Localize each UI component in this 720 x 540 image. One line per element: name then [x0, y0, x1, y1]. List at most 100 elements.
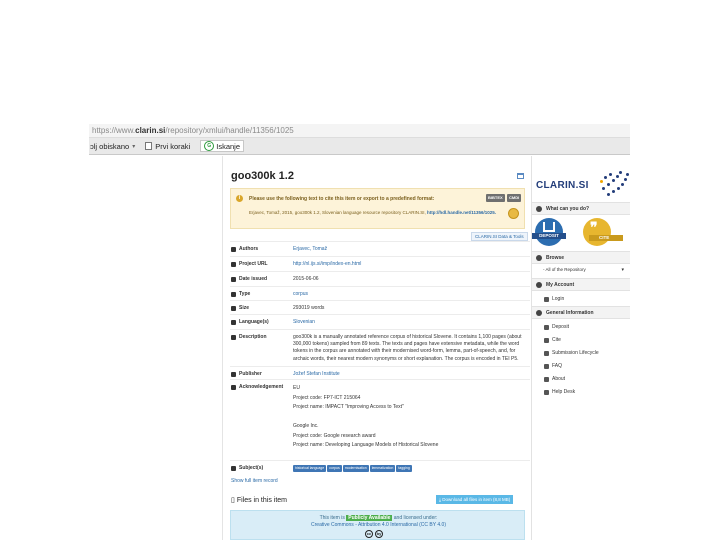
copy-citation-icon[interactable]	[508, 208, 519, 219]
bibtex-button[interactable]: BIBTEX	[486, 194, 505, 202]
chevron-down-icon: ▾	[132, 143, 136, 150]
field-label: Authors	[231, 246, 291, 252]
login-link[interactable]: Login	[544, 296, 630, 302]
citation-text: Erjavec, Tomaž, 2015, goo300k 1.2, Slove…	[249, 210, 505, 215]
row-authors: Authors Erjavec, Tomaž	[230, 241, 530, 256]
help-desk-icon	[544, 389, 549, 395]
sidebar-item-label: FAQ	[552, 363, 563, 369]
browse-header: Browse	[532, 251, 630, 264]
cite-box: i Please use the following text to cite …	[230, 188, 525, 229]
repository-page: goo300k 1.2 i Please use the following t…	[222, 156, 630, 540]
item-main: goo300k 1.2 i Please use the following t…	[223, 156, 531, 540]
size-value: 293019 words	[293, 305, 325, 311]
go-icon: G	[204, 141, 215, 151]
acknowledgement-value: EU Project code: FP7-ICT 215064 Project …	[293, 384, 525, 451]
field-label: Subject(s)	[231, 465, 291, 471]
subject-tag[interactable]: historical language	[293, 465, 327, 472]
info-icon	[536, 309, 542, 316]
cmdi-button[interactable]: CMDI	[507, 194, 522, 202]
ack-line: Project code: FP7-ICT 215064	[293, 394, 361, 401]
license-link[interactable]: Creative Commons - Attribution 4.0 Inter…	[231, 522, 526, 528]
sidebar-item-label: Cite	[552, 337, 561, 343]
field-label: Project URL	[231, 261, 291, 267]
url-domain: clarin.si	[135, 126, 166, 135]
license-post: and licensed under:	[393, 515, 438, 521]
subject-tag[interactable]: modernisation	[342, 465, 369, 472]
url-prefix: https://www.	[92, 126, 136, 135]
description-label: Description	[239, 334, 267, 340]
authors-label: Authors	[239, 246, 259, 252]
url-bar[interactable]: https://www.clarin.si/repository/xmlui/h…	[89, 124, 630, 138]
sidebar-item-faq[interactable]: FAQ	[544, 363, 630, 369]
inbox-icon	[543, 222, 555, 232]
citation-link[interactable]: http://hdl.handle.net/11356/1025.	[427, 210, 496, 215]
print-icon[interactable]	[517, 173, 524, 179]
tag-icon	[231, 291, 236, 297]
files-title: Files in this item	[236, 497, 287, 504]
publisher-value[interactable]: Jožef Stefan Institute	[293, 371, 525, 378]
question-icon	[536, 205, 542, 212]
url-path: /repository/xmlui/handle/11356/1025	[165, 126, 294, 135]
row-acknowledgement: Acknowledgement EU Project code: FP7-ICT…	[230, 379, 530, 460]
type-label: Type	[239, 291, 251, 297]
my-account-header: My Account	[532, 278, 630, 291]
login-icon	[544, 296, 549, 302]
subject-tag[interactable]: corpus	[327, 465, 342, 472]
field-label: Size	[231, 305, 291, 311]
chevron-down-icon: ▾	[621, 267, 624, 273]
sidebar-item-about[interactable]: About	[544, 376, 630, 382]
sidebar: CLARIN.SI What can you do? DEPOSIT ❞ CITE…	[531, 156, 630, 540]
file-icon: ▯	[231, 497, 235, 504]
sidebar-item-lifecycle[interactable]: Submission Lifecycle	[544, 350, 630, 356]
calendar-icon	[231, 276, 236, 282]
quote-icon: ❞	[590, 220, 598, 236]
row-publisher: Publisher Jožef Stefan Institute	[230, 366, 530, 379]
deposit-button[interactable]: DEPOSIT	[532, 218, 566, 246]
show-full-record-link[interactable]: Show full item record	[231, 478, 278, 484]
subjects-label: Subject(s)	[239, 465, 264, 471]
language-value[interactable]: Slovenian	[293, 319, 525, 326]
type-value[interactable]: corpus	[293, 291, 525, 298]
pencil-icon	[231, 246, 236, 252]
field-label: Description	[231, 334, 291, 340]
row-size: Size 293019 words	[230, 300, 530, 314]
field-label: Date issued	[231, 276, 291, 282]
row-date-issued: Date issued 2015-06-06	[230, 271, 530, 286]
sidebar-item-help-desk[interactable]: Help Desk	[544, 389, 630, 395]
flag-icon	[231, 319, 236, 325]
quote-icon	[544, 337, 549, 343]
bookmark-getting-started[interactable]: Prvi koraki	[145, 142, 190, 151]
bookmarks-bar: ɔlj obiskano ▾ Prvi koraki G Iskanje	[89, 138, 630, 155]
project-url-label: Project URL	[239, 261, 268, 267]
data-tools-button[interactable]: CLARIN.SI Data & Tools	[471, 232, 528, 241]
date-issued-value: 2015-06-06	[293, 276, 319, 282]
globe-icon	[536, 254, 542, 261]
files-heading: ▯ Files in this item	[231, 496, 287, 504]
bookmark-most-visited[interactable]: ɔlj obiskano ▾	[90, 142, 135, 151]
search-bookmark[interactable]: G Iskanje	[200, 140, 244, 152]
copyright-icon	[231, 371, 236, 377]
page-title: goo300k 1.2	[231, 170, 294, 182]
download-all-button[interactable]: ⤓ Download all files in item (8,8 MB)	[436, 495, 514, 504]
logo-text: CLARIN.SI	[536, 180, 589, 191]
what-can-you-do-header: What can you do?	[532, 202, 630, 215]
bookmark-label: ɔlj obiskano	[90, 141, 130, 151]
user-icon	[536, 281, 542, 288]
subject-tag[interactable]: tagging	[396, 465, 412, 472]
subject-tag[interactable]: lemmatization	[369, 465, 396, 472]
project-url-value[interactable]: http://nl.ijs.si/imp/index-en.html	[293, 261, 525, 268]
sidebar-item-cite[interactable]: Cite	[544, 337, 630, 343]
sidebar-item-label: About	[552, 376, 566, 382]
browse-select[interactable]: - All of the Repository ▾	[540, 265, 628, 275]
size-label: Size	[239, 305, 250, 311]
sidebar-item-deposit[interactable]: Deposit	[544, 324, 630, 330]
ack-line: Project code: Google research award	[293, 432, 376, 439]
cc-icons: cc by	[365, 530, 383, 538]
question-icon	[544, 363, 549, 369]
resize-icon	[231, 305, 236, 311]
clarin-logo[interactable]: CLARIN.SI	[536, 170, 630, 202]
cite-button[interactable]: ❞ CITE	[583, 218, 623, 246]
row-description: Description goo300k is a manually annota…	[230, 329, 530, 366]
subjects-value: historical language corpus modernisation le…	[293, 465, 525, 472]
authors-value[interactable]: Erjavec, Tomaž	[293, 246, 525, 253]
